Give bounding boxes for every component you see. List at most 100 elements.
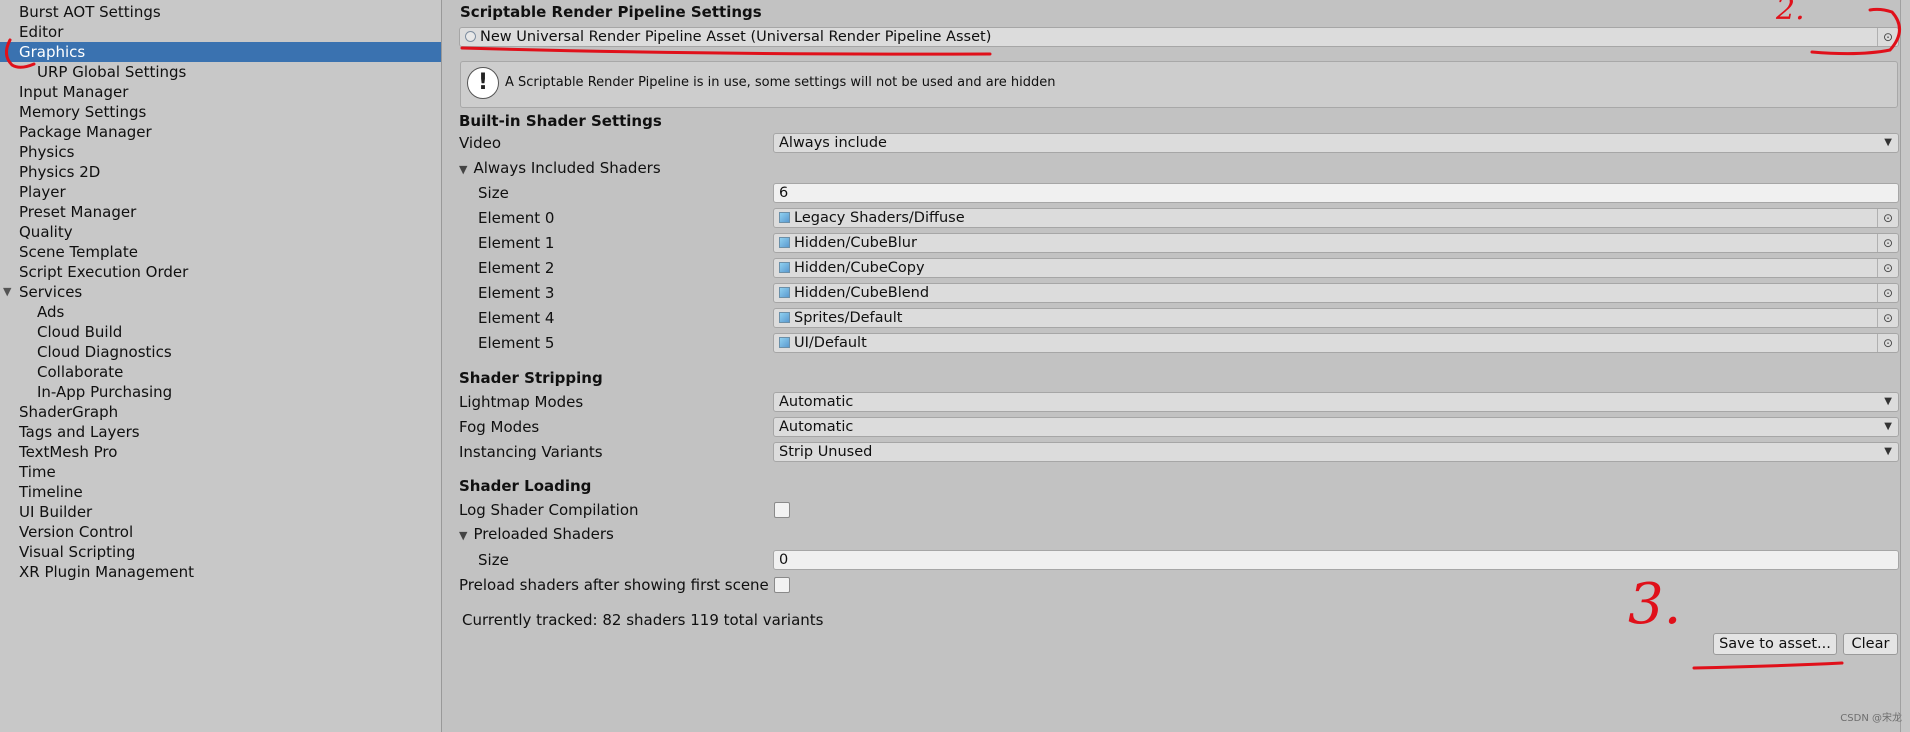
object-picker-icon[interactable]: ⊙ [1877, 28, 1898, 46]
object-picker-icon[interactable]: ⊙ [1877, 259, 1898, 277]
stripping-label: Fog Modes [459, 418, 540, 436]
sidebar-item-label: Collaborate [37, 363, 124, 381]
preloaded-shaders-foldout[interactable]: ▼ Preloaded Shaders [459, 525, 614, 543]
sidebar-item[interactable]: Script Execution Order [0, 262, 441, 282]
always-included-label: Always Included Shaders [473, 159, 661, 177]
sidebar-item[interactable]: Tags and Layers [0, 422, 441, 442]
srp-info-box: ! A Scriptable Render Pipeline is in use… [460, 61, 1898, 108]
stripping-dropdown[interactable]: Strip Unused ▼ [773, 442, 1899, 462]
sidebar-item[interactable]: ShaderGraph [0, 402, 441, 422]
always-included-size-input[interactable]: 6 [773, 183, 1899, 203]
shader-object-field[interactable]: Hidden/CubeCopy ⊙ [773, 258, 1899, 278]
clear-button[interactable]: Clear [1843, 633, 1898, 655]
sidebar-item[interactable]: Editor [0, 22, 441, 42]
sidebar-item-label: Time [19, 463, 56, 481]
preloaded-shaders-label: Preloaded Shaders [473, 525, 614, 543]
shader-object-field[interactable]: UI/Default ⊙ [773, 333, 1899, 353]
element-label: Element 3 [478, 284, 555, 302]
stripping-section-header: Shader Stripping [459, 369, 603, 387]
video-dropdown[interactable]: Always include ▼ [773, 133, 1899, 153]
sidebar-item-label: Physics [19, 143, 75, 161]
object-picker-icon[interactable]: ⊙ [1877, 234, 1898, 252]
stripping-dropdown[interactable]: Automatic ▼ [773, 417, 1899, 437]
stripping-dropdown[interactable]: Automatic ▼ [773, 392, 1899, 412]
sidebar-item-label: Cloud Build [37, 323, 123, 341]
sidebar-item[interactable]: Package Manager [0, 122, 441, 142]
sidebar-item-label: Script Execution Order [19, 263, 189, 281]
chevron-down-icon: ▼ [1884, 446, 1892, 457]
sidebar-item[interactable]: Timeline [0, 482, 441, 502]
right-panel-edge [1900, 0, 1910, 732]
sidebar-item[interactable]: Physics [0, 142, 441, 162]
sidebar-item[interactable]: Cloud Diagnostics [0, 342, 441, 362]
sidebar-item-label: Preset Manager [19, 203, 137, 221]
sidebar-item[interactable]: Physics 2D [0, 162, 441, 182]
foldout-expanded-icon: ▼ [459, 163, 468, 176]
sidebar-item[interactable]: Visual Scripting [0, 542, 441, 562]
preload-after-first-scene-label: Preload shaders after showing first scen… [459, 576, 769, 594]
shader-object-field[interactable]: Sprites/Default ⊙ [773, 308, 1899, 328]
sidebar-item[interactable]: UI Builder [0, 502, 441, 522]
builtin-section-header: Built-in Shader Settings [459, 112, 662, 130]
foldout-expanded-icon[interactable]: ▼ [3, 282, 11, 302]
shader-name: Hidden/CubeBlur [794, 235, 917, 251]
tracked-shaders-status: Currently tracked: 82 shaders 119 total … [462, 611, 824, 629]
sidebar-item-label: UI Builder [19, 503, 93, 521]
sidebar-item[interactable]: TextMesh Pro [0, 442, 441, 462]
sidebar-item[interactable]: ▼ Services [0, 282, 441, 302]
sidebar-item-label: Physics 2D [19, 163, 101, 181]
warning-icon: ! [467, 67, 499, 99]
shader-object-field[interactable]: Hidden/CubeBlur ⊙ [773, 233, 1899, 253]
object-picker-icon[interactable]: ⊙ [1877, 334, 1898, 352]
sidebar-item[interactable]: Graphics [0, 42, 441, 62]
sidebar-item[interactable]: XR Plugin Management [0, 562, 441, 582]
chevron-down-icon: ▼ [1884, 396, 1892, 407]
sidebar-item-label: Tags and Layers [19, 423, 140, 441]
srp-asset-value: New Universal Render Pipeline Asset (Uni… [480, 29, 992, 45]
sidebar-item-label: Input Manager [19, 83, 129, 101]
srp-asset-field[interactable]: New Universal Render Pipeline Asset (Uni… [459, 27, 1899, 47]
object-picker-icon[interactable]: ⊙ [1877, 309, 1898, 327]
sidebar-item[interactable]: Scene Template [0, 242, 441, 262]
stripping-label: Lightmap Modes [459, 393, 584, 411]
shader-asset-icon [779, 237, 790, 248]
render-pipeline-asset-icon [465, 31, 476, 42]
sidebar-item-label: Version Control [19, 523, 134, 541]
save-to-asset-button[interactable]: Save to asset... [1713, 633, 1837, 655]
sidebar-item[interactable]: Collaborate [0, 362, 441, 382]
sidebar-item[interactable]: Cloud Build [0, 322, 441, 342]
preload-after-first-scene-checkbox[interactable] [774, 577, 790, 593]
annotation-label-3: 3. [1628, 572, 1682, 637]
sidebar-item[interactable]: Player [0, 182, 441, 202]
sidebar-item-label: Ads [37, 303, 65, 321]
sidebar-item[interactable]: Input Manager [0, 82, 441, 102]
object-picker-icon[interactable]: ⊙ [1877, 209, 1898, 227]
shader-object-field[interactable]: Hidden/CubeBlend ⊙ [773, 283, 1899, 303]
preloaded-size-input[interactable]: 0 [773, 550, 1899, 570]
log-shader-compilation-checkbox[interactable] [774, 502, 790, 518]
stripping-label: Instancing Variants [459, 443, 603, 461]
stripping-value: Strip Unused [779, 444, 873, 460]
element-label: Element 0 [478, 209, 555, 227]
sidebar-item[interactable]: Preset Manager [0, 202, 441, 222]
sidebar-item-label: Burst AOT Settings [19, 3, 161, 21]
shader-asset-icon [779, 337, 790, 348]
stripping-value: Automatic [779, 419, 854, 435]
watermark: CSDN @宋龙 [1840, 713, 1902, 724]
always-included-foldout[interactable]: ▼ Always Included Shaders [459, 159, 661, 177]
sidebar-item[interactable]: Ads [0, 302, 441, 322]
sidebar-item[interactable]: Burst AOT Settings [0, 2, 441, 22]
sidebar-item[interactable]: URP Global Settings [0, 62, 441, 82]
element-label: Element 1 [478, 234, 555, 252]
sidebar-item[interactable]: Quality [0, 222, 441, 242]
loading-section-header: Shader Loading [459, 477, 592, 495]
shader-asset-icon [779, 287, 790, 298]
shader-asset-icon [779, 312, 790, 323]
object-picker-icon[interactable]: ⊙ [1877, 284, 1898, 302]
shader-object-field[interactable]: Legacy Shaders/Diffuse ⊙ [773, 208, 1899, 228]
shader-name: Sprites/Default [794, 310, 903, 326]
sidebar-item[interactable]: Version Control [0, 522, 441, 542]
sidebar-item[interactable]: Memory Settings [0, 102, 441, 122]
sidebar-item[interactable]: In-App Purchasing [0, 382, 441, 402]
sidebar-item[interactable]: Time [0, 462, 441, 482]
